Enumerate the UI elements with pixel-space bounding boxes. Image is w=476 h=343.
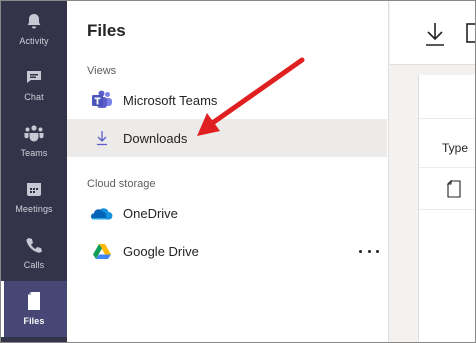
appbar-item-activity[interactable]: Activity <box>1 1 67 57</box>
appbar-label: Meetings <box>15 204 53 214</box>
nav-item-google-drive[interactable]: Google Drive <box>67 232 387 270</box>
appbar-item-teams[interactable]: Teams <box>1 113 67 169</box>
download-icon <box>91 127 113 149</box>
appbar-item-files[interactable]: Files <box>1 281 67 337</box>
nav-item-label: Downloads <box>123 130 188 146</box>
table-row[interactable] <box>419 168 475 210</box>
teams-window: Activity Chat Teams Meetings Calls Files… <box>0 0 476 343</box>
file-icon <box>24 291 44 311</box>
active-indicator <box>1 281 4 337</box>
files-pane: Files Views Microsoft Teams Downloads Cl… <box>67 1 389 342</box>
dot <box>359 249 362 253</box>
file-list: Type <box>418 75 475 342</box>
appbar-item-chat[interactable]: Chat <box>1 57 67 113</box>
nav-item-onedrive[interactable]: OneDrive <box>67 194 387 232</box>
calendar-icon <box>24 179 44 199</box>
dot <box>376 249 379 253</box>
files-content: Type <box>390 1 476 342</box>
cloud-storage-section-label: Cloud storage <box>87 178 156 190</box>
google-drive-icon <box>91 240 113 262</box>
microsoft-teams-icon <box>91 89 113 111</box>
appbar-item-meetings[interactable]: Meetings <box>1 169 67 225</box>
nav-item-downloads[interactable]: Downloads <box>67 119 387 157</box>
column-header-type[interactable]: Type <box>442 141 468 155</box>
content-toolbar <box>390 1 476 65</box>
more-options-button[interactable] <box>359 245 379 257</box>
appbar-label: Activity <box>19 36 49 46</box>
chat-icon <box>24 67 44 87</box>
page-title: Files <box>87 21 126 40</box>
nav-item-label: OneDrive <box>123 205 178 221</box>
appbar-item-calls[interactable]: Calls <box>1 225 67 281</box>
bell-icon <box>24 11 44 31</box>
nav-item-label: Microsoft Teams <box>123 92 218 108</box>
nav-item-microsoft-teams[interactable]: Microsoft Teams <box>67 81 387 119</box>
download-button[interactable] <box>424 21 446 47</box>
appbar-label: Chat <box>24 92 44 102</box>
open-in-icon[interactable] <box>466 23 476 43</box>
nav-item-label: Google Drive <box>123 243 199 259</box>
download-icon <box>426 23 444 46</box>
breadcrumb <box>419 75 475 119</box>
onedrive-icon <box>91 202 113 224</box>
views-section-label: Views <box>87 65 117 77</box>
file-icon <box>447 180 461 198</box>
app-bar: Activity Chat Teams Meetings Calls Files <box>1 1 67 342</box>
teams-icon <box>24 123 44 143</box>
appbar-label: Teams <box>20 148 48 158</box>
dot <box>367 249 371 253</box>
appbar-label: Calls <box>23 260 45 270</box>
appbar-label: Files <box>23 316 45 326</box>
phone-icon <box>24 235 44 255</box>
